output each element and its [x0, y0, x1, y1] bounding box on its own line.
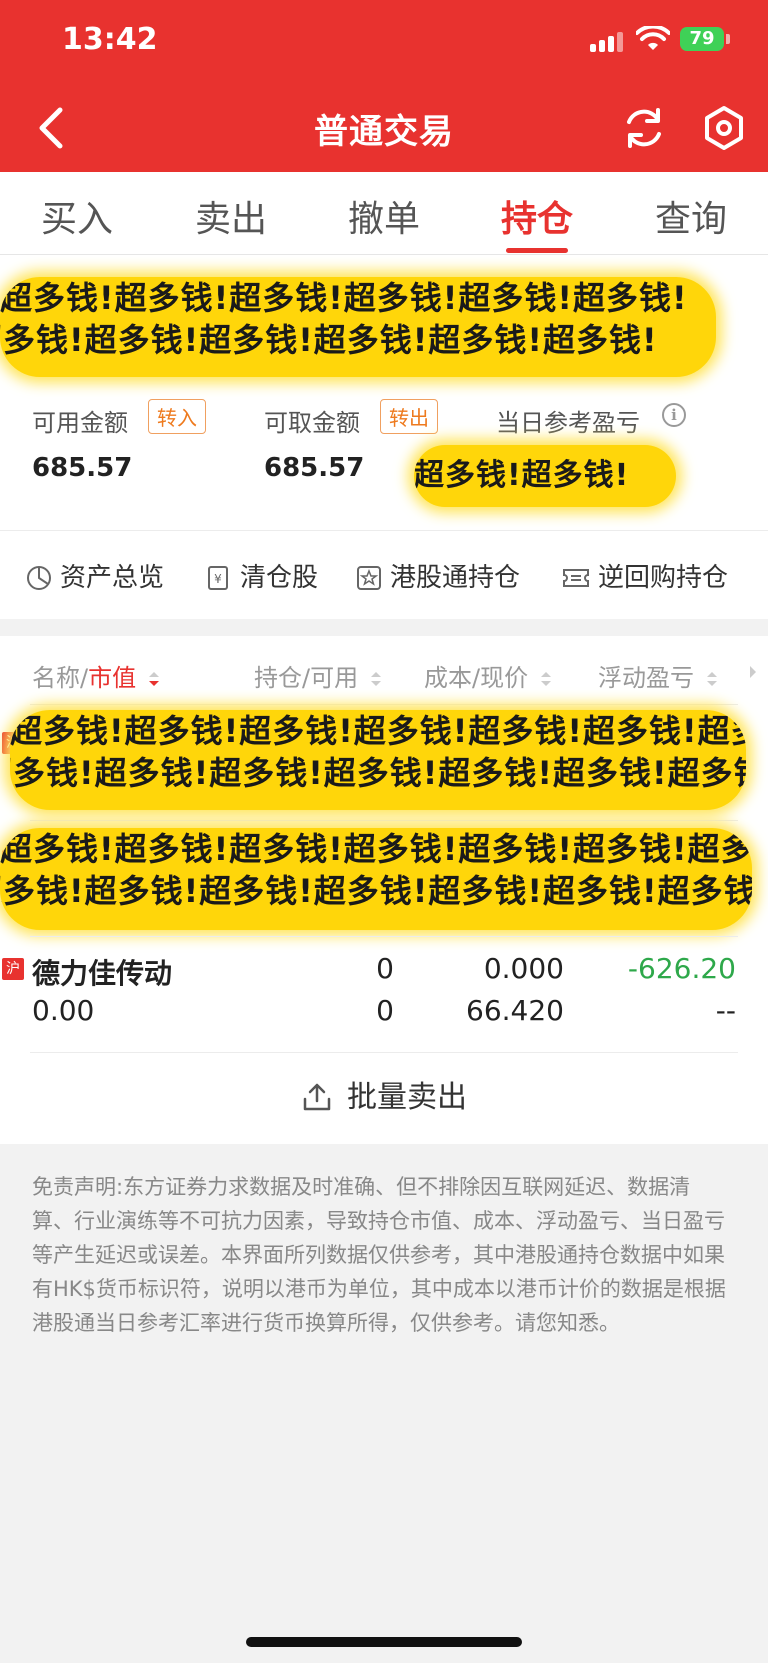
- yen-document-icon: ¥: [208, 566, 228, 590]
- cost-price: 0.000: [483, 952, 564, 985]
- position-row-redaction-overlay[interactable]: 超多钱!超多钱!超多钱!超多钱!超多钱!超多钱!超多钱! 超多钱!超多钱!超多钱…: [0, 828, 752, 930]
- batch-sell-label: 批量卖出: [347, 1080, 467, 1115]
- shortcut-label: 清仓股: [240, 563, 319, 593]
- wifi-icon: [636, 26, 670, 50]
- tab-sell[interactable]: 卖出: [154, 190, 308, 242]
- available-funds-label: 可用金额: [32, 409, 128, 437]
- divider: [30, 704, 738, 705]
- upload-icon: [303, 1083, 331, 1111]
- floating-pnl-ratio: --: [715, 994, 736, 1027]
- floating-pnl: -626.20: [627, 952, 736, 985]
- redaction-overlay: 超多钱!超多钱!超多钱!超多钱!超多钱!超多钱! 超多钱!超多钱!超多钱!超多钱…: [0, 277, 716, 377]
- star-badge-icon: [357, 566, 381, 590]
- status-time: 13:42: [62, 22, 158, 57]
- batch-sell-button[interactable]: 批量卖出: [0, 1072, 768, 1116]
- header-holding-available[interactable]: 持仓/可用: [254, 658, 382, 693]
- shortcut-asset-overview[interactable]: 资产总览: [26, 557, 164, 594]
- withdrawable-funds-label: 可取金额: [264, 409, 360, 437]
- battery-nub: [726, 34, 730, 44]
- shortcut-reverse-repo-positions[interactable]: 逆回购持仓: [562, 557, 728, 594]
- market-value: 0.00: [32, 994, 95, 1027]
- cellular-signal-icon: [590, 30, 626, 52]
- tab-query[interactable]: 查询: [614, 190, 768, 242]
- market-badge: 沪: [2, 958, 24, 980]
- available-funds-value: 685.57: [32, 453, 133, 483]
- trade-tabs: 买入 卖出 撤单 持仓 查询: [0, 172, 768, 255]
- daily-pnl-redaction-overlay: 超多钱!超多钱!: [414, 445, 676, 507]
- settings-gear-icon[interactable]: [700, 104, 748, 152]
- header-floating-pnl[interactable]: 浮动盈亏: [598, 658, 718, 693]
- header-name-market-value[interactable]: 名称/市值: [32, 658, 160, 693]
- position-row-redaction-overlay[interactable]: 超多钱!超多钱!超多钱!超多钱!超多钱!超多钱!超多钱! 超多钱!超多钱!超多钱…: [10, 710, 746, 810]
- shortcut-label: 资产总览: [60, 563, 165, 593]
- transfer-out-button[interactable]: 转出: [380, 399, 438, 434]
- tab-buy[interactable]: 买入: [0, 190, 154, 242]
- home-indicator[interactable]: [246, 1637, 522, 1647]
- holding-qty: 0: [376, 952, 394, 985]
- info-icon[interactable]: i: [662, 403, 686, 427]
- sort-icon: [706, 672, 717, 686]
- ticket-icon: [563, 569, 589, 587]
- shortcut-bar: 资产总览 ¥ 清仓股 港股通持仓 逆回购持仓: [0, 530, 768, 619]
- current-price: 66.420: [466, 994, 564, 1027]
- battery-indicator: 79: [680, 27, 724, 51]
- svg-text:¥: ¥: [214, 572, 222, 586]
- sort-desc-icon: [148, 672, 159, 686]
- positions-table: 名称/市值 持仓/可用 成本/现价 浮动盈亏 沪 超多钱!超多钱!超多钱!超多钱…: [0, 636, 768, 1144]
- daily-pnl-label: 当日参考盈亏: [496, 409, 640, 437]
- shortcut-hk-connect-positions[interactable]: 港股通持仓: [356, 557, 520, 594]
- withdrawable-funds-value: 685.57: [264, 453, 365, 483]
- header-cost-price[interactable]: 成本/现价: [424, 658, 552, 693]
- tab-cancel-order[interactable]: 撤单: [307, 190, 461, 242]
- stock-name: 德力佳传动: [32, 957, 173, 990]
- transfer-in-button[interactable]: 转入: [148, 399, 206, 434]
- divider: [30, 1052, 738, 1053]
- scroll-right-icon[interactable]: [748, 664, 758, 680]
- available-qty: 0: [376, 994, 394, 1027]
- shortcut-cleared-stocks[interactable]: ¥ 清仓股: [206, 557, 318, 594]
- sort-icon: [540, 672, 551, 686]
- header: 13:42 79 普通交易: [0, 0, 768, 172]
- shortcut-label: 港股通持仓: [390, 563, 521, 593]
- shortcut-label: 逆回购持仓: [598, 563, 729, 593]
- divider: [30, 820, 738, 821]
- account-summary-card: 超多钱!超多钱!超多钱!超多钱!超多钱!超多钱! 超多钱!超多钱!超多钱!超多钱…: [0, 255, 768, 530]
- active-tab-indicator: [506, 248, 568, 253]
- tab-positions[interactable]: 持仓: [460, 190, 614, 242]
- table-row[interactable]: 沪 德力佳传动 0.00 0 0 0.000 66.420 -626.20 --: [0, 936, 768, 1036]
- disclaimer-text: 免责声明:东方证券力求数据及时准确、但不排除因互联网延迟、数据清算、行业演练等不…: [32, 1175, 726, 1335]
- sort-icon: [370, 672, 381, 686]
- refresh-icon[interactable]: [620, 104, 668, 152]
- pie-chart-icon: [27, 566, 51, 590]
